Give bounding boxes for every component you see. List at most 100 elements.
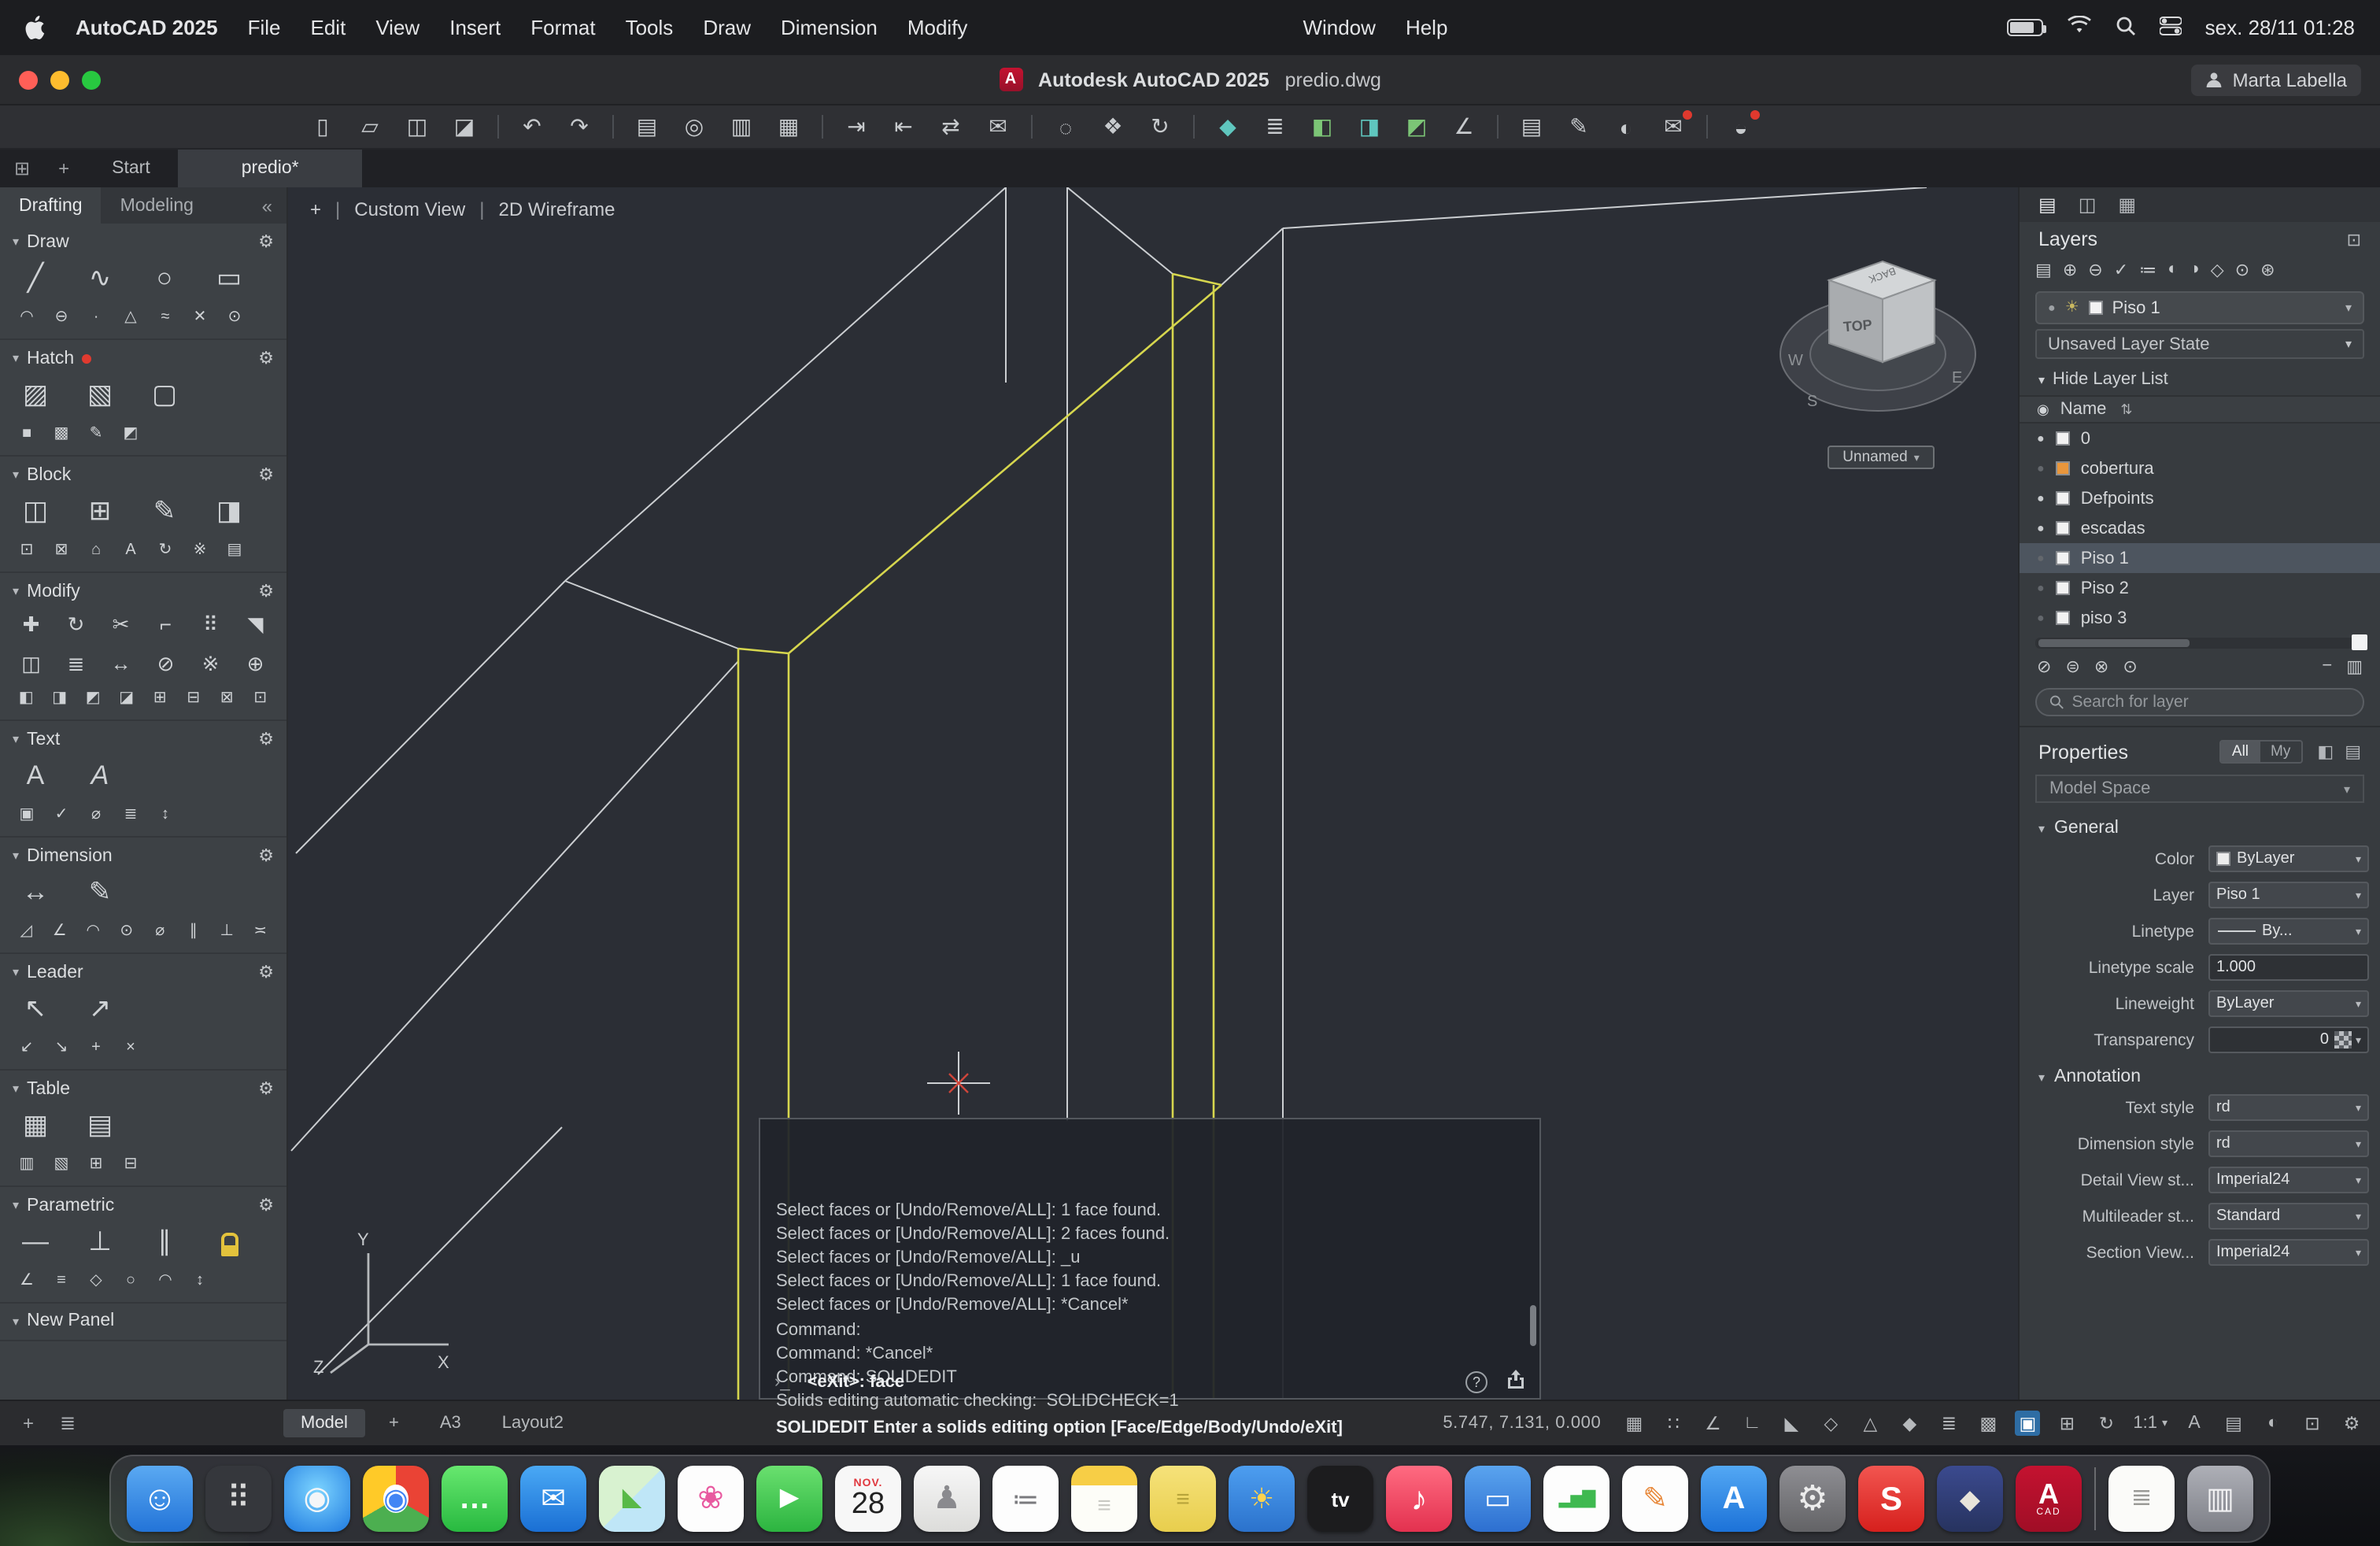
eye-icon[interactable]: ◉ xyxy=(2037,401,2049,418)
erase-tool[interactable]: ⊘ xyxy=(147,647,184,680)
dock-s-app[interactable]: S xyxy=(1858,1466,1924,1532)
angular-dimension-tool[interactable]: ∠ xyxy=(46,919,74,943)
menubar-item[interactable]: View xyxy=(375,16,419,39)
dock-safari[interactable]: ◉ xyxy=(284,1466,350,1532)
separator[interactable] xyxy=(1706,115,1708,139)
dock-mail[interactable]: ✉ xyxy=(520,1466,586,1532)
xref-button[interactable]: ◧ xyxy=(1308,113,1336,141)
property-value[interactable]: Imperial24 ▾ xyxy=(2208,1167,2369,1193)
fillet-tool[interactable]: ⌐ xyxy=(147,608,184,641)
grid-display-toggle[interactable]: ▦ xyxy=(1621,1411,1646,1436)
tab-layers-icon[interactable]: ▤ xyxy=(2038,194,2057,216)
layer-on-icon[interactable]: ● xyxy=(2037,551,2045,565)
dropdown-caret-icon[interactable]: ▾ xyxy=(2356,1137,2367,1150)
multiline-text-tool[interactable]: A xyxy=(13,756,58,797)
menubar-item[interactable]: Draw xyxy=(703,16,751,39)
command-input[interactable]: <eXit>: face xyxy=(801,1372,1454,1391)
panel-menu-icon[interactable]: ≣ xyxy=(55,1412,80,1434)
explode-tool[interactable]: ※ xyxy=(192,647,229,680)
chevron-down-icon[interactable]: ▾ xyxy=(13,235,19,249)
leader-style-tool[interactable]: × xyxy=(116,1036,145,1060)
layer-row[interactable]: ● 0 xyxy=(2020,423,2380,453)
property-value[interactable]: ByLayer ▾ xyxy=(2208,990,2369,1017)
dock-contacts[interactable]: ♟ xyxy=(914,1466,980,1532)
dock-weather[interactable]: ☀ xyxy=(1229,1466,1295,1532)
sync-attributes-tool[interactable]: ↻ xyxy=(151,538,179,562)
block-editor-button[interactable]: ◨ xyxy=(1355,113,1384,141)
annotation-scale-button[interactable]: 1:1 ▾ xyxy=(2133,1414,2168,1433)
dynamic-input-toggle[interactable]: ⊞ xyxy=(2054,1411,2079,1436)
dock-launchpad[interactable]: ⠿ xyxy=(205,1466,272,1532)
auto-constrain-tool[interactable] xyxy=(206,1222,252,1263)
dock-screen-sharing[interactable]: ▭ xyxy=(1465,1466,1531,1532)
edit-hatch-tool[interactable]: ✎ xyxy=(82,422,110,446)
tab-start[interactable]: Start xyxy=(83,150,179,187)
linear-dimension-tool[interactable]: ↔ xyxy=(13,872,58,913)
tab-model[interactable]: Model xyxy=(283,1409,365,1437)
command-window[interactable]: Select faces or [Undo/Remove/ALL]: 1 fac… xyxy=(759,1118,1541,1438)
general-section-header[interactable]: ▾ General xyxy=(2020,809,2380,841)
transparency-toggle[interactable]: ▩ xyxy=(1975,1411,2001,1436)
off-button[interactable]: ⊙ xyxy=(2123,656,2137,677)
name-column-header[interactable]: Name xyxy=(2060,400,2107,419)
gradient-tool[interactable]: ▧ xyxy=(77,375,123,416)
menubar-item[interactable]: Format xyxy=(530,16,595,39)
edit-block-tool[interactable]: ✎ xyxy=(142,491,187,532)
command-prompt[interactable]: ›_ ▾ <eXit>: face ? xyxy=(760,1365,1539,1398)
continue-dimension-tool[interactable]: ≍ xyxy=(247,919,275,943)
new-drawing-button[interactable]: ▯ xyxy=(309,113,337,141)
polar-tracking-toggle[interactable]: ◣ xyxy=(1779,1411,1804,1436)
separator[interactable] xyxy=(612,115,614,139)
trim-tool[interactable]: ✂ xyxy=(102,608,139,641)
spline-tool[interactable]: ≈ xyxy=(151,305,179,329)
insert-row-tool[interactable]: ⊞ xyxy=(82,1152,110,1176)
layer-row[interactable]: ● escadas xyxy=(2020,513,2380,543)
dock-finder[interactable]: ☺ xyxy=(127,1466,193,1532)
layer-settings-icon[interactable]: ⊛ xyxy=(2260,260,2275,280)
layer-row[interactable]: ● piso 3 xyxy=(2020,603,2380,633)
isolate-objects-button[interactable]: ◐ xyxy=(2260,1411,2286,1436)
menubar-item[interactable]: Edit xyxy=(311,16,346,39)
gear-icon[interactable]: ⚙ xyxy=(258,581,274,601)
overkill-tool[interactable]: ⊡ xyxy=(247,686,275,710)
point-tool[interactable]: ∙ xyxy=(82,305,110,329)
publish-button[interactable]: ▥ xyxy=(727,113,756,141)
circle-tool[interactable]: ○ xyxy=(142,258,187,299)
save-as-button[interactable]: ◪ xyxy=(450,113,479,141)
chevron-down-icon[interactable]: ▾ xyxy=(13,732,19,746)
layer-on-icon[interactable]: ● xyxy=(2037,491,2045,505)
text-style-tool[interactable]: ⌀ xyxy=(82,803,110,827)
layer-list-hscrollbar[interactable] xyxy=(2035,634,2367,650)
user-account-button[interactable]: Marta Labella xyxy=(2191,64,2361,95)
dock-calendar[interactable]: NOV. 28 xyxy=(835,1466,901,1532)
command-help-icon[interactable]: ? xyxy=(1465,1370,1488,1393)
rectangle-tool[interactable]: ▭ xyxy=(206,258,252,299)
tab-filters-icon[interactable]: ▦ xyxy=(2118,194,2136,216)
command-share-icon[interactable] xyxy=(1506,1369,1525,1394)
scrollbar-thumb[interactable] xyxy=(2038,639,2190,647)
isometric-drafting-toggle[interactable]: ◇ xyxy=(1818,1411,1843,1436)
gear-icon[interactable]: ⚙ xyxy=(258,729,274,749)
block-manager-tool[interactable]: ▤ xyxy=(220,538,249,562)
gear-icon[interactable]: ⚙ xyxy=(258,348,274,368)
separator[interactable] xyxy=(1497,115,1499,139)
tab-overview-icon[interactable]: ⊞ xyxy=(0,150,44,187)
property-value[interactable]: Piso 1 ▾ xyxy=(2208,882,2369,908)
add-leader-tool[interactable]: ↗ xyxy=(77,989,123,1030)
dock-messages[interactable]: … xyxy=(442,1466,508,1532)
quick-properties-toggle[interactable]: ▤ xyxy=(2221,1411,2246,1436)
property-value[interactable]: Standard ▾ xyxy=(2208,1203,2369,1230)
gear-icon[interactable]: ⚙ xyxy=(258,1078,274,1099)
menubar-item[interactable]: Help xyxy=(1406,16,1448,39)
new-layer-icon[interactable]: ⊕ xyxy=(2063,260,2077,280)
symmetric-constraint-tool[interactable]: ◇ xyxy=(82,1269,110,1293)
plot-preview-button[interactable]: ◎ xyxy=(680,113,708,141)
dropdown-caret-icon[interactable]: ▾ xyxy=(2356,1174,2367,1186)
write-block-tool[interactable]: ⊠ xyxy=(47,538,76,562)
render-button[interactable]: ◐ xyxy=(1612,113,1640,141)
battery-icon[interactable] xyxy=(2006,19,2046,36)
hatch-tool[interactable]: ▨ xyxy=(13,375,58,416)
table-tool[interactable]: ▦ xyxy=(13,1105,58,1146)
layer-color-chip[interactable] xyxy=(2055,431,2070,446)
menubar-item[interactable]: File xyxy=(248,16,281,39)
